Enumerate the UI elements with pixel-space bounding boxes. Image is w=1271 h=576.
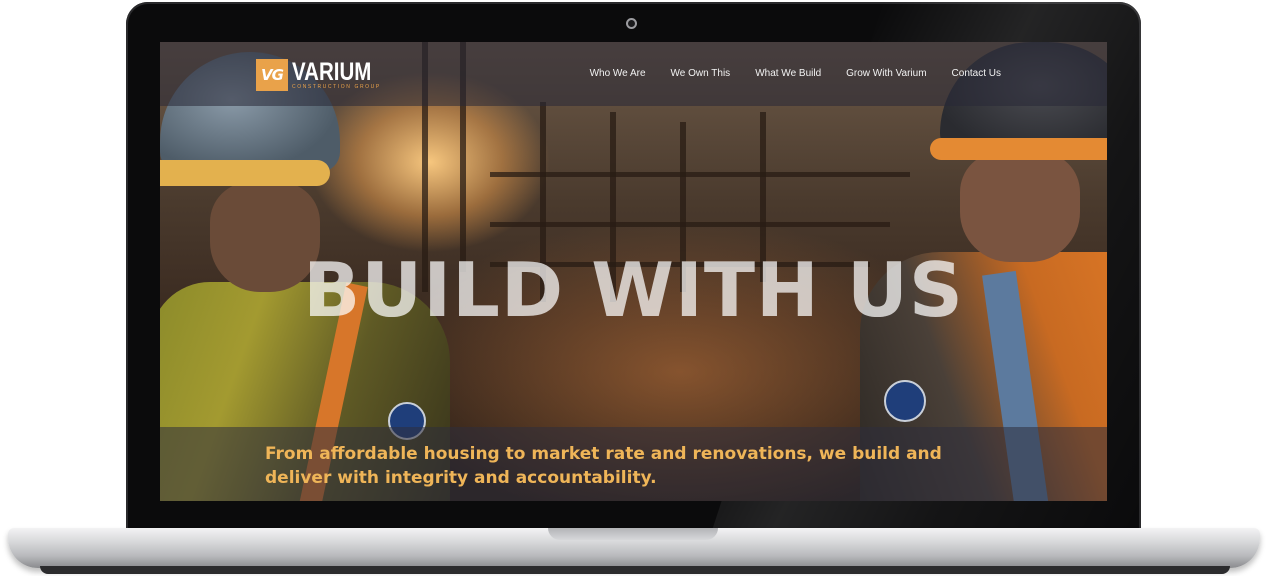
nav-who-we-are[interactable]: Who We Are xyxy=(590,68,646,79)
nav-what-we-build[interactable]: What We Build xyxy=(755,68,821,79)
hero-title: BUILD WITH US xyxy=(303,246,964,334)
hero-subtitle-line-1: From affordable housing to market rate a… xyxy=(265,444,942,464)
laptop-mockup: VG VARIUM CONSTRUCTION GROUP Who We Are … xyxy=(0,0,1271,576)
laptop-opening-notch xyxy=(548,528,718,540)
hard-hat-brim xyxy=(930,138,1107,160)
webcam-icon xyxy=(626,18,637,29)
website-screen: VG VARIUM CONSTRUCTION GROUP Who We Are … xyxy=(160,42,1107,501)
scaffold-beam xyxy=(490,222,890,227)
main-navigation: Who We Are We Own This What We Build Gro… xyxy=(565,68,1001,79)
logo-wordmark: VARIUM CONSTRUCTION GROUP xyxy=(292,57,389,91)
brand-name: VARIUM xyxy=(292,57,372,86)
hero-subtitle: From affordable housing to market rate a… xyxy=(265,442,985,490)
laptop-base xyxy=(8,528,1260,568)
hero-subtitle-line-2: deliver with integrity and accountabilit… xyxy=(265,468,657,488)
site-header: VG VARIUM CONSTRUCTION GROUP Who We Are … xyxy=(160,42,1107,106)
logo-patch-icon xyxy=(884,380,926,422)
nav-grow-with-varium[interactable]: Grow With Varium xyxy=(846,68,926,79)
nav-we-own-this[interactable]: We Own This xyxy=(671,68,731,79)
hard-hat-brim xyxy=(160,160,330,186)
worker-head xyxy=(960,152,1080,262)
brand-logo[interactable]: VG VARIUM CONSTRUCTION GROUP xyxy=(256,58,389,92)
laptop-base-shadow xyxy=(40,566,1230,574)
nav-contact-us[interactable]: Contact Us xyxy=(952,68,1001,79)
varium-logo-icon: VG xyxy=(256,59,288,91)
